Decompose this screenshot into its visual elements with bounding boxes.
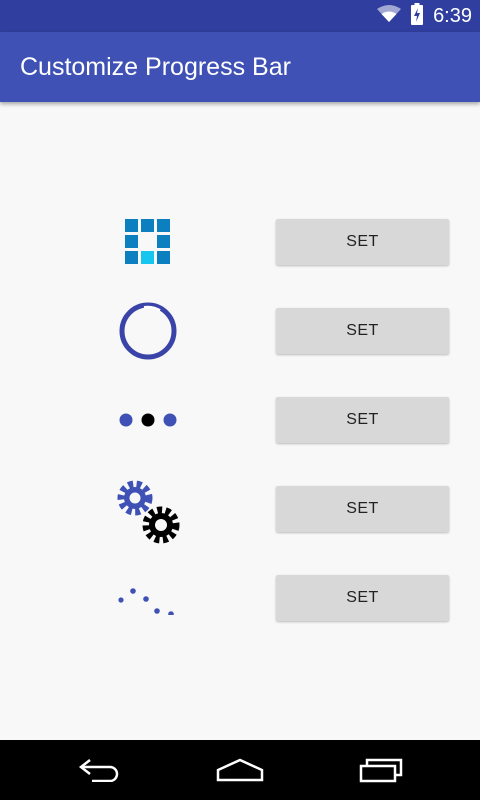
progress-row-4: SET bbox=[0, 479, 480, 544]
set-button-5[interactable]: SET bbox=[276, 575, 449, 621]
battery-charging-icon bbox=[411, 2, 424, 30]
back-icon[interactable] bbox=[60, 740, 140, 800]
set-button-1[interactable]: SET bbox=[276, 219, 449, 265]
status-bar: 6:39 bbox=[0, 0, 480, 32]
gear-icon bbox=[142, 506, 180, 544]
set-button-4[interactable]: SET bbox=[276, 486, 449, 532]
progress-row-5: SET bbox=[0, 568, 480, 628]
recents-icon[interactable] bbox=[342, 740, 422, 800]
set-button-3[interactable]: SET bbox=[276, 397, 449, 443]
home-icon[interactable] bbox=[200, 740, 280, 800]
gears-loader bbox=[112, 479, 184, 544]
app-bar: Customize Progress Bar bbox=[0, 32, 480, 102]
scattered-dots-loader bbox=[112, 568, 184, 628]
content-area: SET SET SET SET SET bbox=[0, 102, 480, 740]
circular-ring-loader bbox=[112, 301, 184, 361]
clock: 6:39 bbox=[433, 5, 472, 27]
wifi-icon bbox=[377, 4, 402, 29]
square-grid-loader bbox=[112, 212, 184, 272]
gear-icon bbox=[117, 480, 153, 516]
set-button-2[interactable]: SET bbox=[276, 308, 449, 354]
app-title: Customize Progress Bar bbox=[20, 52, 291, 81]
navigation-bar bbox=[0, 740, 480, 800]
progress-row-2: SET bbox=[0, 301, 480, 361]
status-icons: 6:39 bbox=[377, 0, 472, 32]
progress-row-3: SET bbox=[0, 390, 480, 450]
three-dots-loader bbox=[112, 390, 184, 450]
progress-row-1: SET bbox=[0, 212, 480, 272]
